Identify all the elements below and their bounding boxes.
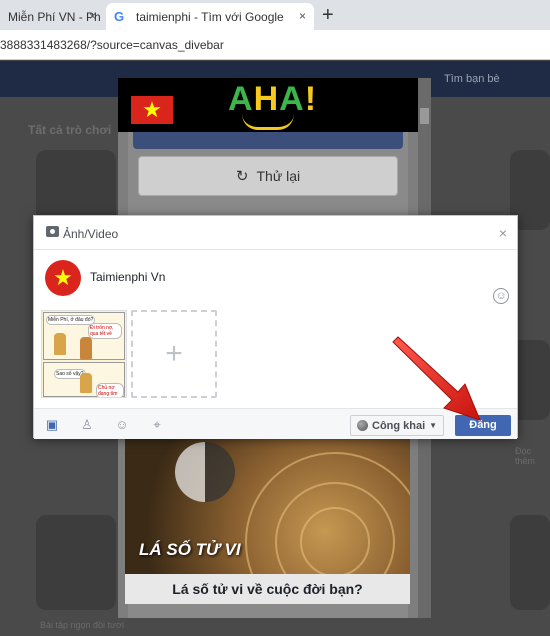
photo-icon[interactable]: ▣ xyxy=(44,417,60,433)
camera-icon xyxy=(46,226,59,237)
image-overlay-text: LÁ SỐ TỬ VI xyxy=(139,540,241,559)
retry-button[interactable]: ↻ Thử lại xyxy=(138,156,398,196)
user-name: Taimienphi Vn xyxy=(90,270,166,284)
dialog-header: Ảnh/Video × xyxy=(34,216,517,250)
post-button[interactable]: Đăng xyxy=(455,415,511,436)
photo-thumbnail[interactable]: Miễn Phí, ở đâu đó? Đi trốn nợ, qua tết … xyxy=(41,310,127,398)
comic-figure xyxy=(80,373,92,393)
game-caption[interactable]: Lá số tử vi về cuộc đời bạn? xyxy=(125,574,410,604)
feeling-icon[interactable]: ☺ xyxy=(114,417,130,433)
close-tab-icon[interactable]: × xyxy=(299,9,306,23)
tile-caption: Đọc thêm xyxy=(515,446,536,466)
emoji-icon[interactable]: ☺ xyxy=(493,288,509,304)
location-icon[interactable]: ⌖ xyxy=(149,417,165,433)
tab-label: Miễn Phí VN - Ph xyxy=(8,9,101,24)
aha-banner: ★ AHA! xyxy=(118,78,418,132)
audience-selector[interactable]: Công khai ▼ xyxy=(350,415,444,436)
tab-google-search[interactable]: G taimienphi - Tìm với Google × xyxy=(106,3,314,30)
add-photo-button[interactable]: + xyxy=(131,310,217,398)
tab-mien-phi[interactable]: Miễn Phí VN - Ph × xyxy=(0,3,104,30)
comic-figure xyxy=(54,333,66,355)
browser-tab-bar: Miễn Phí VN - Ph × G taimienphi - Tìm vớ… xyxy=(0,0,550,30)
tile-caption: Bài tập ngọn đồi tươi xyxy=(40,620,124,630)
yin-yang-icon xyxy=(175,442,235,502)
vietnam-flag-icon: ★ xyxy=(131,96,173,124)
close-icon[interactable]: × xyxy=(499,225,507,241)
photo-post-dialog: Ảnh/Video × ★ Taimienphi Vn ☺ Miễn Phí, … xyxy=(33,215,518,439)
dialog-title: Ảnh/Video xyxy=(63,227,119,241)
refresh-icon: ↻ xyxy=(235,168,249,185)
url-text: 3888331483268/?source=canvas_divebar xyxy=(0,38,224,52)
google-icon: G xyxy=(114,8,125,24)
comic-panel: Miễn Phí, ở đâu đó? Đi trốn nợ, qua tết … xyxy=(43,312,125,360)
address-bar[interactable]: 3888331483268/?source=canvas_divebar xyxy=(0,30,550,60)
comic-figure xyxy=(80,337,92,359)
game-tile[interactable] xyxy=(510,515,550,610)
dialog-footer: ▣ ♙ ☺ ⌖ Công khai ▼ Đăng xyxy=(34,408,517,439)
avatar: ★ xyxy=(45,260,81,296)
close-tab-icon[interactable]: × xyxy=(89,9,96,23)
game-image[interactable]: LÁ SỐ TỬ VI xyxy=(125,432,410,574)
globe-icon xyxy=(357,420,368,431)
game-tile[interactable] xyxy=(36,515,116,610)
comic-bubble: Miễn Phí, ở đâu đó? xyxy=(46,315,96,325)
chevron-down-icon: ▼ xyxy=(429,421,438,430)
scrollbar-thumb[interactable] xyxy=(420,108,429,124)
retry-label: Thử lại xyxy=(256,168,301,184)
tag-people-icon[interactable]: ♙ xyxy=(79,417,95,433)
comic-panel: Sao số vậy? Chủ nợ đang tìm xyxy=(43,362,125,397)
topbar-item: Tìm bạn bè xyxy=(444,73,500,85)
comic-bubble: Chủ nợ đang tìm xyxy=(96,383,124,397)
comic-bubble: Đi trốn nợ, qua tết về xyxy=(88,323,122,339)
tab-label: taimienphi - Tìm với Google xyxy=(136,9,284,24)
audience-label: Công khai xyxy=(372,419,426,432)
smile-logo-mark xyxy=(242,114,294,130)
new-tab-button[interactable]: + xyxy=(322,4,334,27)
compass-ring xyxy=(300,507,370,574)
section-heading: Tất cả trò chơi xyxy=(28,123,112,137)
